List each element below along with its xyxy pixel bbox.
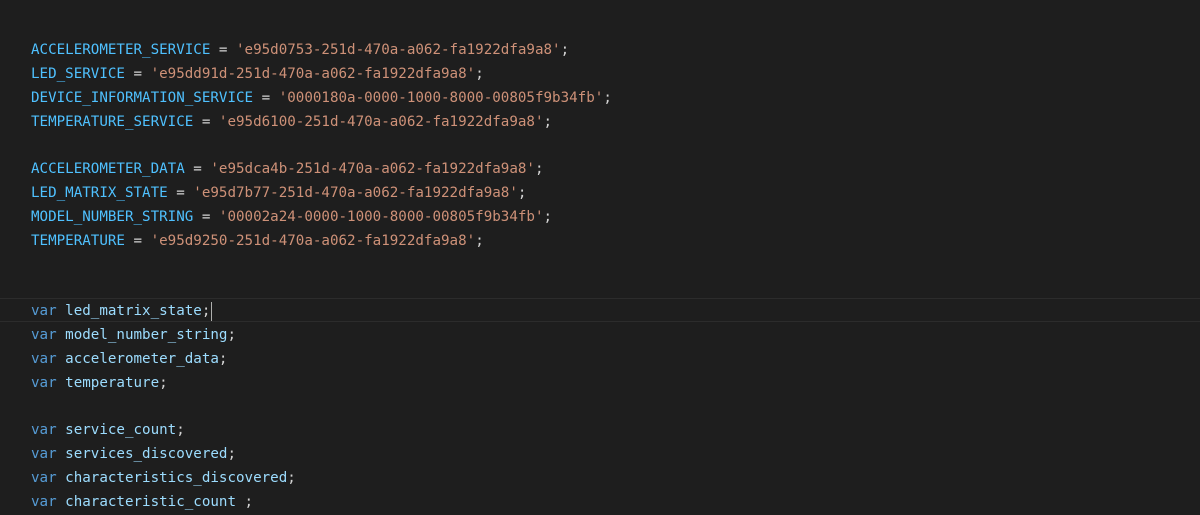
- variable-name: characteristics_discovered: [65, 470, 288, 486]
- semicolon: ;: [534, 161, 544, 177]
- variable-name: services_discovered: [65, 446, 228, 462]
- semicolon: ;: [475, 66, 484, 82]
- code-line[interactable]: MODEL_NUMBER_STRING = '00002a24-0000-100…: [31, 205, 552, 229]
- semicolon: ;: [475, 233, 484, 249]
- assign-operator: =: [210, 42, 236, 58]
- var-keyword: var: [31, 446, 57, 462]
- semicolon: ;: [176, 422, 185, 438]
- semicolon: ;: [287, 470, 296, 486]
- string-literal: 'e95d9250-251d-470a-a062-fa1922dfa9a8': [150, 233, 476, 249]
- code-line[interactable]: LED_MATRIX_STATE = 'e95d7b77-251d-470a-a…: [31, 181, 526, 205]
- assign-operator: =: [184, 161, 211, 177]
- variable-name: temperature: [65, 375, 160, 391]
- variable-name: characteristic_count: [65, 494, 237, 510]
- semicolon: ;: [227, 327, 237, 343]
- code-editor[interactable]: ACCELEROMETER_SERVICE = 'e95d0753-251d-4…: [0, 0, 1200, 515]
- semicolon: ;: [201, 303, 211, 319]
- constant-name: LED_MATRIX_STATE: [31, 185, 168, 201]
- semicolon: ;: [218, 351, 228, 367]
- code-line[interactable]: var services_discovered;: [31, 442, 236, 466]
- code-line[interactable]: ACCELEROMETER_SERVICE = 'e95d0753-251d-4…: [31, 38, 569, 62]
- string-literal: 'e95dd91d-251d-470a-a062-fa1922dfa9a8': [150, 66, 476, 82]
- assign-operator: =: [124, 66, 151, 82]
- code-line[interactable]: LED_SERVICE = 'e95dd91d-251d-470a-a062-f…: [31, 62, 484, 86]
- string-literal: 'e95dca4b-251d-470a-a062-fa1922dfa9a8': [210, 161, 535, 177]
- variable-name: accelerometer_data: [65, 351, 219, 367]
- string-literal: '0000180a-0000-1000-8000-00805f9b34fb': [278, 90, 604, 106]
- semicolon: ;: [159, 375, 168, 391]
- code-line[interactable]: var temperature;: [31, 371, 168, 395]
- constant-name: ACCELEROMETER_DATA: [31, 161, 185, 177]
- constant-name: MODEL_NUMBER_STRING: [31, 209, 194, 225]
- var-keyword: var: [31, 327, 57, 343]
- semicolon: ;: [517, 185, 527, 201]
- assign-operator: =: [167, 185, 194, 201]
- semicolon: ;: [543, 209, 553, 225]
- string-literal: 'e95d0753-251d-470a-a062-fa1922dfa9a8': [236, 42, 561, 58]
- variable-name: service_count: [65, 422, 177, 438]
- semicolon: ;: [603, 90, 612, 106]
- code-line[interactable]: ACCELEROMETER_DATA = 'e95dca4b-251d-470a…: [31, 157, 544, 181]
- semicolon: ;: [543, 114, 553, 130]
- code-line[interactable]: TEMPERATURE_SERVICE = 'e95d6100-251d-470…: [31, 110, 552, 134]
- semicolon: ;: [227, 446, 237, 462]
- string-literal: 'e95d6100-251d-470a-a062-fa1922dfa9a8': [218, 114, 544, 130]
- constant-name: TEMPERATURE: [31, 233, 125, 249]
- code-line[interactable]: var characteristics_discovered;: [31, 466, 296, 490]
- assign-operator: =: [124, 233, 151, 249]
- variable-name: led_matrix_state: [65, 303, 202, 319]
- var-keyword: var: [31, 303, 57, 319]
- code-line[interactable]: var model_number_string;: [31, 323, 236, 347]
- variable-name: model_number_string: [65, 327, 228, 343]
- semicolon: ;: [560, 42, 570, 58]
- var-keyword: var: [31, 375, 57, 391]
- var-keyword: var: [31, 422, 57, 438]
- assign-operator: =: [193, 114, 219, 130]
- constant-name: LED_SERVICE: [31, 66, 125, 82]
- code-line[interactable]: var characteristic_count ;: [31, 490, 253, 514]
- var-keyword: var: [31, 351, 57, 367]
- string-literal: '00002a24-0000-1000-8000-00805f9b34fb': [218, 209, 544, 225]
- var-keyword: var: [31, 470, 57, 486]
- code-line[interactable]: var service_count;: [31, 418, 185, 442]
- text-cursor: [211, 301, 213, 321]
- assign-operator: =: [253, 90, 279, 106]
- constant-name: TEMPERATURE_SERVICE: [31, 114, 194, 130]
- constant-name: ACCELEROMETER_SERVICE: [31, 42, 211, 58]
- var-keyword: var: [31, 494, 57, 510]
- constant-name: DEVICE_INFORMATION_SERVICE: [31, 90, 254, 106]
- code-line[interactable]: TEMPERATURE = 'e95d9250-251d-470a-a062-f…: [31, 229, 484, 253]
- code-line[interactable]: var accelerometer_data;: [31, 347, 227, 371]
- semicolon: ;: [236, 494, 254, 510]
- assign-operator: =: [193, 209, 219, 225]
- code-line[interactable]: DEVICE_INFORMATION_SERVICE = '0000180a-0…: [31, 86, 612, 110]
- code-line-active[interactable]: var led_matrix_state;: [31, 299, 213, 323]
- string-literal: 'e95d7b77-251d-470a-a062-fa1922dfa9a8': [193, 185, 518, 201]
